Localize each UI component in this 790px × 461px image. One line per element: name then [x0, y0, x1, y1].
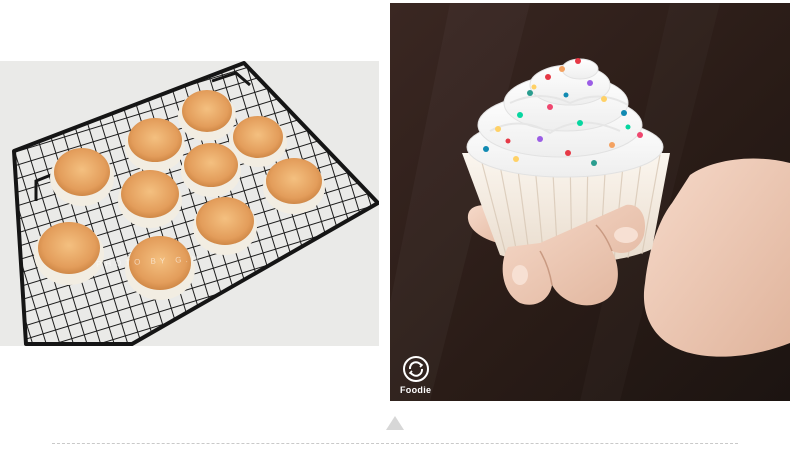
cooling-rack-illustration	[0, 61, 379, 346]
foodie-app-label: Foodie	[400, 385, 432, 395]
up-triangle-icon	[386, 416, 404, 430]
cupcake-illustration	[390, 3, 790, 401]
cupcake-in-hand-photo: Foodie	[390, 3, 790, 401]
cooling-rack-photo: PHOTO BY G.M	[0, 61, 379, 346]
foodie-logo-icon	[402, 355, 430, 383]
dashed-divider	[52, 443, 738, 444]
